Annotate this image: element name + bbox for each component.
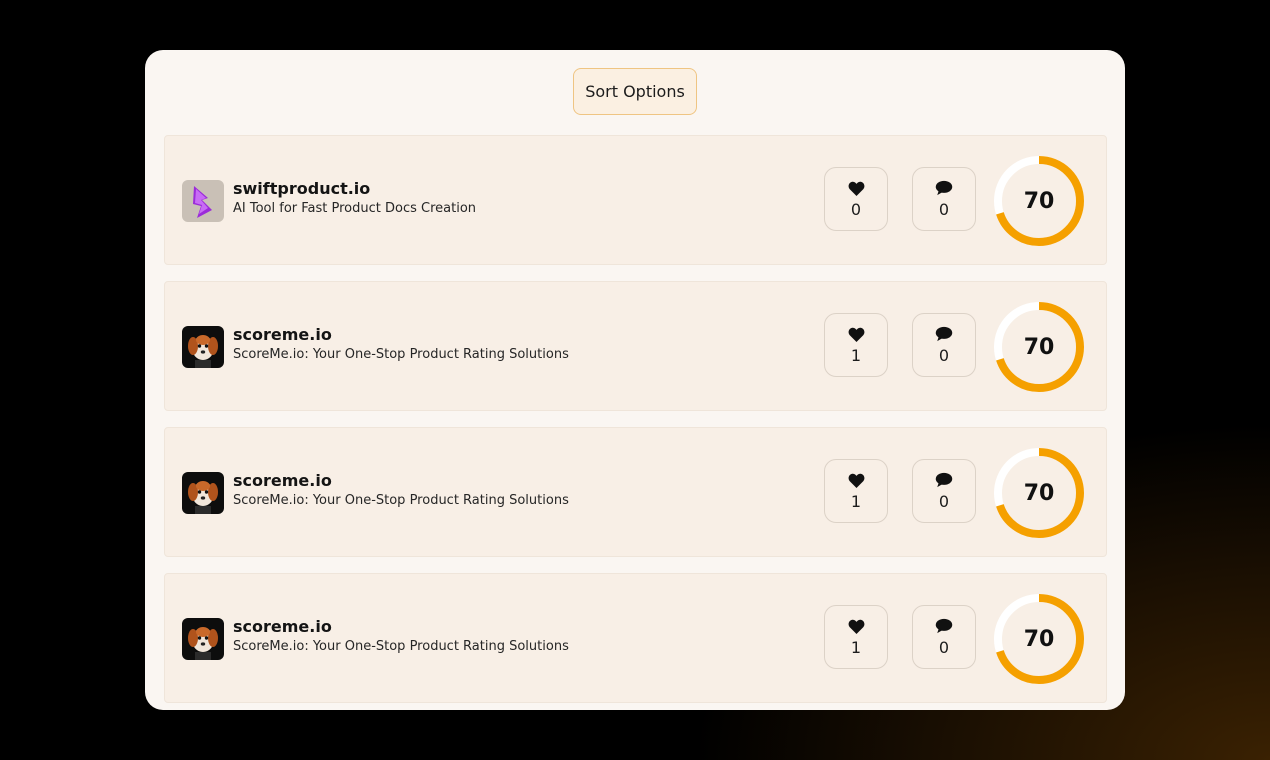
comment-button[interactable]: 0 [912, 459, 976, 523]
comment-button[interactable]: 0 [912, 605, 976, 669]
comment-button[interactable]: 0 [912, 313, 976, 377]
score-value: 70 [1023, 626, 1055, 652]
heart-icon [848, 178, 865, 198]
heart-icon [848, 324, 865, 344]
product-name[interactable]: scoreme.io [233, 470, 569, 492]
comment-button[interactable]: 0 [912, 167, 976, 231]
sort-options-button[interactable]: Sort Options [573, 68, 697, 115]
like-count: 1 [850, 346, 862, 365]
dog-icon [182, 618, 224, 660]
score-ring: 70 [992, 154, 1086, 248]
product-card[interactable]: scoreme.io ScoreMe.io: Your One-Stop Pro… [164, 281, 1107, 411]
product-info: swiftproduct.io AI Tool for Fast Product… [233, 178, 476, 218]
score-value: 70 [1023, 480, 1055, 506]
product-logo [182, 618, 224, 660]
like-count: 1 [850, 638, 862, 657]
heart-icon [848, 470, 865, 490]
comment-count: 0 [938, 200, 950, 219]
comment-count: 0 [938, 492, 950, 511]
score-ring: 70 [992, 592, 1086, 686]
product-list-panel: Sort Options swiftproduct.io AI Tool for… [145, 50, 1125, 710]
like-button[interactable]: 1 [824, 313, 888, 377]
score-ring: 70 [992, 446, 1086, 540]
product-tagline: AI Tool for Fast Product Docs Creation [233, 201, 477, 216]
like-button[interactable]: 1 [824, 459, 888, 523]
product-card[interactable]: scoreme.io ScoreMe.io: Your One-Stop Pro… [164, 427, 1107, 557]
comment-icon [935, 470, 953, 490]
product-name[interactable]: scoreme.io [233, 616, 569, 638]
product-info: scoreme.io ScoreMe.io: Your One-Stop Pro… [233, 470, 569, 510]
score-ring: 70 [992, 300, 1086, 394]
like-button[interactable]: 0 [824, 167, 888, 231]
like-button[interactable]: 1 [824, 605, 888, 669]
product-logo [182, 180, 224, 222]
comment-count: 0 [938, 638, 950, 657]
product-tagline: ScoreMe.io: Your One-Stop Product Rating… [233, 347, 569, 362]
dog-icon [182, 472, 224, 514]
product-info: scoreme.io ScoreMe.io: Your One-Stop Pro… [233, 616, 569, 656]
product-tagline: ScoreMe.io: Your One-Stop Product Rating… [233, 639, 569, 654]
like-count: 1 [850, 492, 862, 511]
score-value: 70 [1023, 334, 1055, 360]
product-name[interactable]: scoreme.io [233, 324, 569, 346]
product-name[interactable]: swiftproduct.io [233, 178, 476, 200]
score-value: 70 [1023, 188, 1055, 214]
comment-icon [935, 616, 953, 636]
dog-icon [182, 326, 224, 368]
product-logo [182, 472, 224, 514]
product-info: scoreme.io ScoreMe.io: Your One-Stop Pro… [233, 324, 569, 364]
comment-count: 0 [938, 346, 950, 365]
lightning-bolt-icon [182, 180, 224, 222]
heart-icon [848, 616, 865, 636]
product-card[interactable]: scoreme.io ScoreMe.io: Your One-Stop Pro… [164, 573, 1107, 703]
product-tagline: ScoreMe.io: Your One-Stop Product Rating… [233, 493, 569, 508]
comment-icon [935, 178, 953, 198]
comment-icon [935, 324, 953, 344]
like-count: 0 [850, 200, 862, 219]
product-logo [182, 326, 224, 368]
product-list: swiftproduct.io AI Tool for Fast Product… [164, 135, 1107, 710]
product-card[interactable]: swiftproduct.io AI Tool for Fast Product… [164, 135, 1107, 265]
